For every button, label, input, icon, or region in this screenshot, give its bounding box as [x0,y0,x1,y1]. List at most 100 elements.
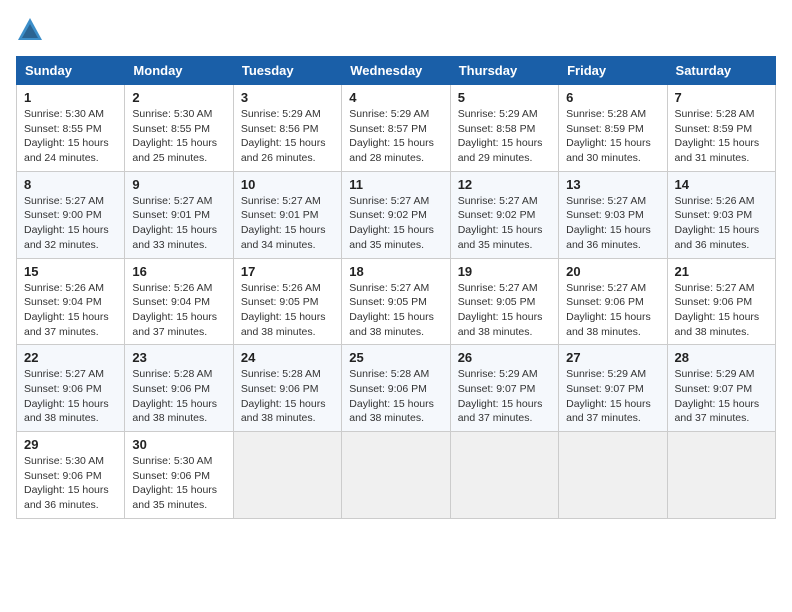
day-number: 15 [24,264,117,279]
day-number: 21 [675,264,768,279]
day-info: Sunrise: 5:27 AM Sunset: 9:05 PM Dayligh… [458,281,551,340]
day-info: Sunrise: 5:27 AM Sunset: 9:00 PM Dayligh… [24,194,117,253]
calendar-cell [233,432,341,519]
calendar-cell: 11 Sunrise: 5:27 AM Sunset: 9:02 PM Dayli… [342,171,450,258]
day-info: Sunrise: 5:26 AM Sunset: 9:04 PM Dayligh… [24,281,117,340]
day-info: Sunrise: 5:29 AM Sunset: 8:58 PM Dayligh… [458,107,551,166]
calendar-cell: 28 Sunrise: 5:29 AM Sunset: 9:07 PM Dayli… [667,345,775,432]
day-number: 5 [458,90,551,105]
calendar-cell: 13 Sunrise: 5:27 AM Sunset: 9:03 PM Dayli… [559,171,667,258]
day-number: 14 [675,177,768,192]
day-number: 20 [566,264,659,279]
calendar-cell: 30 Sunrise: 5:30 AM Sunset: 9:06 PM Dayli… [125,432,233,519]
calendar-table: SundayMondayTuesdayWednesdayThursdayFrid… [16,56,776,519]
calendar-cell: 4 Sunrise: 5:29 AM Sunset: 8:57 PM Daylig… [342,85,450,172]
calendar-cell [559,432,667,519]
calendar-cell [450,432,558,519]
day-info: Sunrise: 5:30 AM Sunset: 9:06 PM Dayligh… [24,454,117,513]
calendar-header-row: SundayMondayTuesdayWednesdayThursdayFrid… [17,57,776,85]
day-number: 27 [566,350,659,365]
day-info: Sunrise: 5:26 AM Sunset: 9:05 PM Dayligh… [241,281,334,340]
day-number: 30 [132,437,225,452]
calendar-cell: 20 Sunrise: 5:27 AM Sunset: 9:06 PM Dayli… [559,258,667,345]
calendar-cell: 5 Sunrise: 5:29 AM Sunset: 8:58 PM Daylig… [450,85,558,172]
calendar-week-row: 1 Sunrise: 5:30 AM Sunset: 8:55 PM Daylig… [17,85,776,172]
calendar-cell: 17 Sunrise: 5:26 AM Sunset: 9:05 PM Dayli… [233,258,341,345]
day-number: 25 [349,350,442,365]
calendar-cell: 2Sunrise: 5:30 AM Sunset: 8:55 PM Daylig… [125,85,233,172]
day-number: 12 [458,177,551,192]
day-number: 17 [241,264,334,279]
day-info: Sunrise: 5:28 AM Sunset: 8:59 PM Dayligh… [566,107,659,166]
day-number: 16 [132,264,225,279]
day-info: Sunrise: 5:29 AM Sunset: 9:07 PM Dayligh… [566,367,659,426]
day-number: 13 [566,177,659,192]
day-info: Sunrise: 5:27 AM Sunset: 9:01 PM Dayligh… [241,194,334,253]
day-info: Sunrise: 5:27 AM Sunset: 9:02 PM Dayligh… [458,194,551,253]
calendar-cell: 21Sunrise: 5:27 AM Sunset: 9:06 PM Dayli… [667,258,775,345]
day-number: 10 [241,177,334,192]
calendar-cell [342,432,450,519]
col-header-wednesday: Wednesday [342,57,450,85]
calendar-week-row: 15 Sunrise: 5:26 AM Sunset: 9:04 PM Dayli… [17,258,776,345]
calendar-cell: 29 Sunrise: 5:30 AM Sunset: 9:06 PM Dayli… [17,432,125,519]
calendar-cell: 6 Sunrise: 5:28 AM Sunset: 8:59 PM Daylig… [559,85,667,172]
day-number: 6 [566,90,659,105]
day-number: 26 [458,350,551,365]
header [16,16,776,44]
day-info: Sunrise: 5:27 AM Sunset: 9:02 PM Dayligh… [349,194,442,253]
day-info: Sunrise: 5:29 AM Sunset: 9:07 PM Dayligh… [458,367,551,426]
calendar-cell: 25 Sunrise: 5:28 AM Sunset: 9:06 PM Dayli… [342,345,450,432]
calendar-cell: 16Sunrise: 5:26 AM Sunset: 9:04 PM Dayli… [125,258,233,345]
calendar-week-row: 29 Sunrise: 5:30 AM Sunset: 9:06 PM Dayli… [17,432,776,519]
day-number: 9 [132,177,225,192]
day-number: 28 [675,350,768,365]
col-header-thursday: Thursday [450,57,558,85]
col-header-sunday: Sunday [17,57,125,85]
day-number: 29 [24,437,117,452]
calendar-cell: 27 Sunrise: 5:29 AM Sunset: 9:07 PM Dayli… [559,345,667,432]
calendar-cell: 7 Sunrise: 5:28 AM Sunset: 8:59 PM Daylig… [667,85,775,172]
day-number: 22 [24,350,117,365]
day-info: Sunrise: 5:30 AM Sunset: 8:55 PM Dayligh… [24,107,117,166]
calendar-cell: 14Sunrise: 5:26 AM Sunset: 9:03 PM Dayli… [667,171,775,258]
day-number: 23 [132,350,225,365]
day-info: Sunrise: 5:28 AM Sunset: 9:06 PM Dayligh… [349,367,442,426]
day-number: 19 [458,264,551,279]
day-number: 1 [24,90,117,105]
day-number: 8 [24,177,117,192]
day-info: Sunrise: 5:27 AM Sunset: 9:06 PM Dayligh… [24,367,117,426]
day-info: Sunrise: 5:30 AM Sunset: 9:06 PM Dayligh… [132,454,225,513]
day-number: 11 [349,177,442,192]
calendar-cell: 10 Sunrise: 5:27 AM Sunset: 9:01 PM Dayli… [233,171,341,258]
col-header-tuesday: Tuesday [233,57,341,85]
calendar-cell: 15 Sunrise: 5:26 AM Sunset: 9:04 PM Dayli… [17,258,125,345]
calendar-cell: 9 Sunrise: 5:27 AM Sunset: 9:01 PM Daylig… [125,171,233,258]
col-header-friday: Friday [559,57,667,85]
day-number: 4 [349,90,442,105]
day-info: Sunrise: 5:27 AM Sunset: 9:06 PM Dayligh… [566,281,659,340]
calendar-cell: 23 Sunrise: 5:28 AM Sunset: 9:06 PM Dayli… [125,345,233,432]
logo-icon [16,16,44,44]
calendar-cell: 24Sunrise: 5:28 AM Sunset: 9:06 PM Dayli… [233,345,341,432]
day-info: Sunrise: 5:29 AM Sunset: 9:07 PM Dayligh… [675,367,768,426]
calendar-cell: 19 Sunrise: 5:27 AM Sunset: 9:05 PM Dayli… [450,258,558,345]
calendar-cell: 18 Sunrise: 5:27 AM Sunset: 9:05 PM Dayli… [342,258,450,345]
day-number: 24 [241,350,334,365]
calendar-week-row: 22 Sunrise: 5:27 AM Sunset: 9:06 PM Dayli… [17,345,776,432]
calendar-cell: 3Sunrise: 5:29 AM Sunset: 8:56 PM Daylig… [233,85,341,172]
calendar-week-row: 8 Sunrise: 5:27 AM Sunset: 9:00 PM Daylig… [17,171,776,258]
logo [16,16,48,44]
day-info: Sunrise: 5:29 AM Sunset: 8:57 PM Dayligh… [349,107,442,166]
day-number: 18 [349,264,442,279]
day-info: Sunrise: 5:27 AM Sunset: 9:03 PM Dayligh… [566,194,659,253]
col-header-monday: Monday [125,57,233,85]
day-number: 7 [675,90,768,105]
day-info: Sunrise: 5:27 AM Sunset: 9:05 PM Dayligh… [349,281,442,340]
day-info: Sunrise: 5:27 AM Sunset: 9:01 PM Dayligh… [132,194,225,253]
calendar-cell: 12 Sunrise: 5:27 AM Sunset: 9:02 PM Dayli… [450,171,558,258]
calendar-cell: 22 Sunrise: 5:27 AM Sunset: 9:06 PM Dayli… [17,345,125,432]
calendar-cell: 26 Sunrise: 5:29 AM Sunset: 9:07 PM Dayli… [450,345,558,432]
day-info: Sunrise: 5:28 AM Sunset: 8:59 PM Dayligh… [675,107,768,166]
day-info: Sunrise: 5:28 AM Sunset: 9:06 PM Dayligh… [132,367,225,426]
